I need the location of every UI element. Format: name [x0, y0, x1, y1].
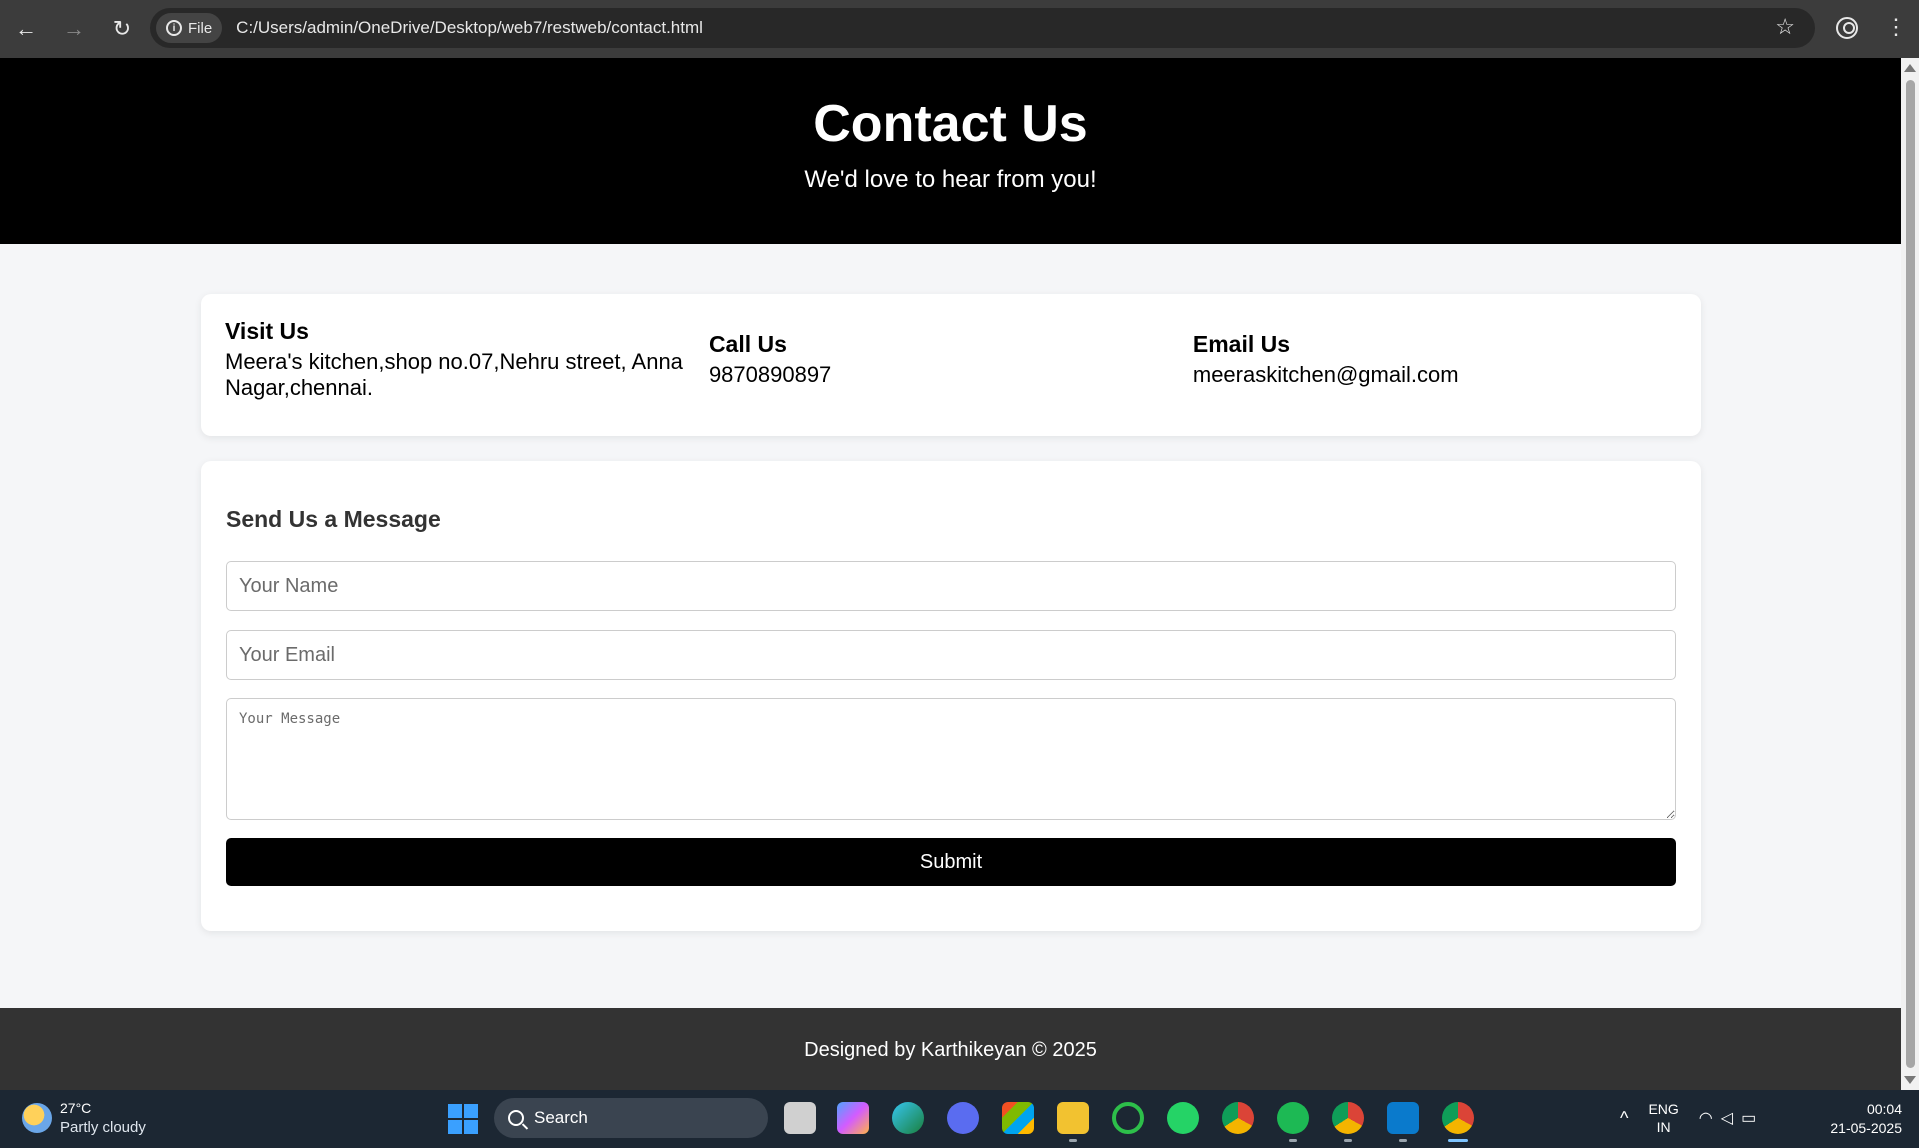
show-hidden-icons-chevron-icon[interactable]: ^ [1620, 1108, 1628, 1129]
language-code: ENG [1648, 1101, 1679, 1117]
app-icon[interactable] [947, 1102, 979, 1134]
copilot-icon[interactable] [837, 1102, 869, 1134]
url-text[interactable]: C:/Users/admin/OneDrive/Desktop/web7/res… [236, 18, 703, 38]
scroll-down-arrow-icon[interactable] [1904, 1076, 1916, 1084]
taskbar-search-label: Search [534, 1108, 588, 1127]
chrome-profile-icon[interactable] [1332, 1102, 1364, 1142]
call-us-block: Call Us 9870890897 [709, 318, 1193, 412]
footer-credit: Designed by Karthikeyan © 2025 [804, 1039, 1097, 1061]
name-input[interactable] [226, 561, 1676, 611]
app-ring-icon[interactable] [1112, 1102, 1144, 1134]
vertical-scrollbar[interactable] [1901, 58, 1919, 1090]
reload-icon[interactable]: ↻ [100, 7, 144, 51]
email-us-address: meeraskitchen@gmail.com [1192, 362, 1459, 387]
address-bar[interactable]: i File C:/Users/admin/OneDrive/Desktop/w… [150, 8, 1815, 48]
bookmark-star-icon[interactable]: ☆ [1775, 14, 1795, 40]
visit-us-heading: Visit Us [225, 318, 309, 344]
taskbar-search[interactable]: Search [494, 1098, 768, 1138]
scroll-up-arrow-icon[interactable] [1904, 64, 1916, 72]
page-viewport: Contact Us We'd love to hear from you! V… [0, 58, 1901, 1090]
taskbar: 27°C Partly cloudy Search ^ ENG IN ◠◁▭ 0… [0, 1090, 1919, 1148]
clock-time: 00:04 [1866, 1101, 1902, 1117]
windows-start-icon[interactable] [448, 1104, 478, 1134]
call-us-heading: Call Us [708, 331, 787, 357]
message-textarea[interactable] [226, 698, 1676, 820]
browser-toolbar: ← → ↻ i File C:/Users/admin/OneDrive/Des… [0, 0, 1919, 58]
contact-info-card: Visit Us Meera's kitchen,shop no.07,Nehr… [201, 294, 1701, 436]
file-explorer-icon[interactable] [1057, 1102, 1089, 1142]
call-us-phone: 9870890897 [708, 362, 832, 387]
search-icon [508, 1110, 524, 1126]
task-view-icon[interactable] [784, 1102, 816, 1134]
chrome-active-icon[interactable] [1442, 1102, 1474, 1142]
system-tray: ^ ENG IN ◠◁▭ [1620, 1100, 1764, 1136]
site-info-label: File [188, 19, 213, 37]
form-title: Send Us a Message [226, 506, 441, 532]
language-indicator[interactable]: ENG IN [1648, 1100, 1678, 1136]
spotify-icon[interactable] [1277, 1102, 1309, 1142]
email-us-block: Email Us meeraskitchen@gmail.com [1193, 318, 1677, 412]
partly-cloudy-icon [22, 1103, 52, 1133]
region-code: IN [1656, 1119, 1671, 1135]
profile-icon[interactable] [1836, 17, 1858, 39]
weather-widget[interactable]: 27°C Partly cloudy [22, 1098, 146, 1138]
chrome-icon[interactable] [1222, 1102, 1254, 1134]
system-clock[interactable]: 00:04 21-05-2025 [1812, 1100, 1902, 1138]
back-arrow-icon[interactable]: ← [4, 7, 48, 51]
info-icon: i [166, 20, 182, 36]
hero-header: Contact Us We'd love to hear from you! [0, 58, 1901, 244]
visit-us-block: Visit Us Meera's kitchen,shop no.07,Nehr… [225, 318, 709, 412]
weather-temperature: 27°C [60, 1100, 92, 1116]
microsoft-store-icon[interactable] [1002, 1102, 1034, 1134]
vscode-icon[interactable] [1387, 1102, 1419, 1142]
page-title: Contact Us [813, 95, 1088, 153]
site-info-chip[interactable]: i File [156, 13, 223, 43]
browser-menu-icon[interactable]: ⋮ [1885, 12, 1907, 42]
clock-date: 21-05-2025 [1830, 1120, 1902, 1136]
weather-description: Partly cloudy [60, 1119, 146, 1136]
submit-button[interactable]: Submit [226, 838, 1676, 886]
scroll-thumb[interactable] [1906, 80, 1915, 1068]
page-footer: Designed by Karthikeyan © 2025 [0, 1008, 1901, 1090]
edge-icon[interactable] [892, 1102, 924, 1134]
visit-us-address: Meera's kitchen,shop no.07,Nehru street,… [225, 349, 683, 400]
page-subtitle: We'd love to hear from you! [804, 166, 1097, 193]
message-form-card: Send Us a Message Submit [201, 461, 1701, 931]
email-us-heading: Email Us [1192, 331, 1291, 357]
whatsapp-icon[interactable] [1167, 1102, 1199, 1134]
network-volume-battery-icons[interactable]: ◠◁▭ [1699, 1108, 1764, 1128]
forward-arrow-icon[interactable]: → [52, 7, 96, 51]
email-input[interactable] [226, 630, 1676, 680]
